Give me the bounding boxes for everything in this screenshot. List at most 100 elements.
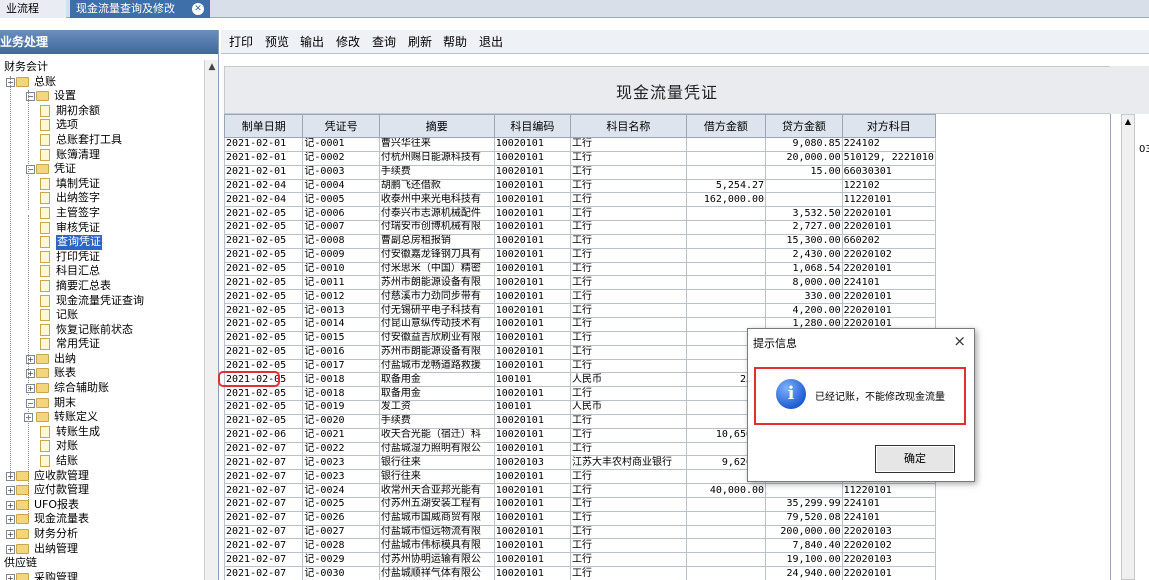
table-row[interactable]: 2021-02-07 记-0028 付盐城市伟标模具有限 10020101 工行 7,84… <box>224 538 936 554</box>
table-row[interactable]: 2021-02-05 记-0011 苏州市朗能源设备有限 10020101 工行 8,00… <box>224 275 936 291</box>
tab-business-flow[interactable]: 业流程 <box>0 0 66 18</box>
toolbar-item[interactable]: 退出 <box>479 30 503 54</box>
tree-item[interactable]: + 采购管理 <box>0 571 205 580</box>
column-header[interactable]: 科目编码 <box>493 114 572 138</box>
scroll-up-icon[interactable]: ▲ <box>205 60 218 74</box>
table-row[interactable]: 2021-02-05 记-0012 付慈溪市力劲同步带有 10020101 工行 330.… <box>224 289 936 305</box>
scroll-up-icon[interactable]: ▲ <box>1122 115 1134 129</box>
column-header[interactable]: 对方科目 <box>841 114 936 138</box>
table-cell: 10020101 <box>493 344 572 360</box>
table-row[interactable]: 2021-02-07 记-0025 付苏州五湖安装工程有 10020101 工行 35,2… <box>224 496 936 512</box>
right-scrollbar[interactable]: ▲ <box>1121 114 1135 580</box>
expand-icon[interactable]: + <box>6 515 15 525</box>
tree-item[interactable]: + 出纳管理 <box>0 542 205 557</box>
table-row[interactable]: 2021-02-07 记-0029 付苏州协明运输有限公 10020101 工行 19,1… <box>224 552 936 568</box>
table-cell: 付慈溪市力劲同步带有 <box>378 289 495 305</box>
toolbar-item[interactable]: 帮助 <box>443 30 467 54</box>
nav-tree: 财务会计 − 总账 − 设置 期初余额 选项 总账套打工具 账簿清理 − 凭证 填制凭证 出纳签字 主管签… <box>0 60 205 580</box>
table-row[interactable]: 2021-02-05 记-0007 付瑞安市创博机械有限 10020101 工行 2,72… <box>224 220 936 235</box>
close-icon[interactable]: ✕ <box>192 3 204 15</box>
table-row[interactable]: 2021-02-07 记-0026 付盐城市国威商贸有限 10020101 工行 79,5… <box>224 510 936 526</box>
expand-icon[interactable]: + <box>6 573 15 580</box>
dialog-close-button[interactable]: × <box>953 332 966 350</box>
tree-item[interactable]: + 综合辅助账 <box>0 381 205 396</box>
column-header[interactable]: 摘要 <box>378 114 495 138</box>
table-cell: 人民币 <box>570 400 687 415</box>
table-row[interactable]: 2021-02-05 记-0009 付安徽嘉龙锋钢刀具有 10020101 工行 2,43… <box>224 247 936 263</box>
table-cell: 2021-02-01 <box>224 137 304 152</box>
tree-item[interactable]: 记账 <box>0 308 205 323</box>
tab-cashflow-query[interactable]: 现金流量查询及修改 ✕ <box>70 0 210 18</box>
table-row[interactable]: 2021-02-07 记-0030 付盐城顺祥气体有限公 10020101 工行 24,9… <box>224 566 936 580</box>
tree-item[interactable]: 选项 <box>0 118 205 133</box>
column-header[interactable]: 贷方金额 <box>765 114 843 138</box>
tree-item[interactable]: 科目汇总 <box>0 264 205 279</box>
tree-item[interactable]: 主管签字 <box>0 206 205 221</box>
tree-item[interactable]: + 账表 <box>0 366 205 381</box>
table-row[interactable]: 2021-02-04 记-0005 收泰州中来光电科技有 10020101 工行 162,… <box>224 192 936 208</box>
table-cell: 9,080.85 <box>765 137 843 152</box>
ok-button[interactable]: 确定 <box>875 445 955 473</box>
column-header[interactable]: 借方金额 <box>685 114 767 138</box>
tree-item[interactable]: 总账套打工具 <box>0 133 205 148</box>
tree-item[interactable]: 转账生成 <box>0 425 205 440</box>
table-row[interactable]: 2021-02-05 记-0006 付泰兴市志源机械配件 10020101 工行 3,53… <box>224 206 936 222</box>
tree-item-label: 财务会计 <box>4 60 48 73</box>
tree-item[interactable]: + 应收款管理 <box>0 469 205 484</box>
expand-icon[interactable]: + <box>6 486 15 496</box>
table-row[interactable]: 2021-02-01 记-0001 曹兴华往来 10020101 工行 9,080.85 2… <box>224 137 936 152</box>
table-row[interactable]: 2021-02-05 记-0010 付米思米（中国）精密 10020101 工行 1,06… <box>224 261 936 277</box>
toolbar-item[interactable]: 预览 <box>265 30 289 54</box>
tree-item[interactable]: 恢复记账前状态 <box>0 323 205 338</box>
tree-item[interactable]: 打印凭证 <box>0 250 205 265</box>
toolbar-item[interactable]: 修改 <box>336 30 360 54</box>
left-scrollbar[interactable]: ▲ <box>204 60 218 580</box>
tree-item[interactable]: 对账 <box>0 439 205 454</box>
tree-item[interactable]: 结账 <box>0 454 205 469</box>
document-icon <box>40 279 50 292</box>
expand-icon[interactable]: + <box>6 500 15 510</box>
tree-item[interactable]: 填制凭证 <box>0 177 205 192</box>
table-cell: 记-0017 <box>302 358 380 374</box>
table-row[interactable]: 2021-02-01 记-0003 手续费 10020101 工行 15.00 660303… <box>224 164 936 180</box>
tree-item[interactable]: 供应链 <box>0 556 205 571</box>
tree-item[interactable]: + 转账定义 <box>0 410 205 425</box>
toolbar-item[interactable]: 刷新 <box>408 30 432 54</box>
column-header[interactable]: 凭证号 <box>302 114 380 138</box>
tree-item[interactable]: + 应付款管理 <box>0 483 205 498</box>
tree-item[interactable]: + 财务分析 <box>0 527 205 542</box>
toolbar-item[interactable]: 查询 <box>372 30 396 54</box>
tree-item[interactable]: 常用凭证 <box>0 337 205 352</box>
tree-item[interactable]: + 出纳 <box>0 352 205 367</box>
tree-item[interactable]: 出纳签字 <box>0 191 205 206</box>
tree-item[interactable]: 查询凭证 <box>0 235 205 250</box>
table-row[interactable]: 2021-02-04 记-0004 胡鹏飞还借款 10020101 工行 5,254.27… <box>224 178 936 194</box>
tree-item[interactable]: − 凭证 <box>0 162 205 177</box>
table-row[interactable]: 2021-02-07 记-0024 收常州天合亚邦光能有 10020101 工行 40,0… <box>224 483 936 498</box>
expand-icon[interactable]: + <box>6 544 15 554</box>
tree-item[interactable]: 财务会计 <box>0 60 205 75</box>
tree-item[interactable]: − 期末 <box>0 396 205 411</box>
table-row[interactable]: 2021-02-01 记-0002 付杭州赐日能源科技有 10020101 工行 20,0… <box>224 150 936 166</box>
expand-icon[interactable]: + <box>6 530 15 539</box>
table-cell: 付苏州五湖安装工程有 <box>378 496 495 512</box>
tree-item[interactable]: + UFO报表 <box>0 498 205 513</box>
tree-item[interactable]: 摘要汇总表 <box>0 279 205 294</box>
tree-item[interactable]: 期初余额 <box>0 104 205 119</box>
table-row[interactable]: 2021-02-05 记-0008 曹副总房租报销 10020101 工行 15,300.… <box>224 233 936 249</box>
tree-item[interactable]: 现金流量凭证查询 <box>0 294 205 309</box>
tree-item[interactable]: + 现金流量表 <box>0 512 205 527</box>
column-header[interactable]: 制单日期 <box>224 114 304 138</box>
table-row[interactable]: 2021-02-07 记-0027 付盐城市恒远物流有限 10020101 工行 200,… <box>224 524 936 540</box>
table-row[interactable]: 2021-02-05 记-0013 付无锡研平电子科技有 10020101 工行 4,20… <box>224 303 936 318</box>
tree-item[interactable]: − 总账 <box>0 75 205 90</box>
toolbar-item[interactable]: 输出 <box>300 30 324 54</box>
tree-item[interactable]: 账簿清理 <box>0 148 205 163</box>
table-cell <box>685 150 767 166</box>
tree-item[interactable]: 审核凭证 <box>0 221 205 236</box>
column-header[interactable]: 科目名称 <box>570 114 687 138</box>
table-cell <box>685 206 767 222</box>
tree-item[interactable]: − 设置 <box>0 89 205 104</box>
table-cell: 江苏大丰农村商业银行 <box>570 455 687 471</box>
toolbar-item[interactable]: 打印 <box>229 30 253 54</box>
